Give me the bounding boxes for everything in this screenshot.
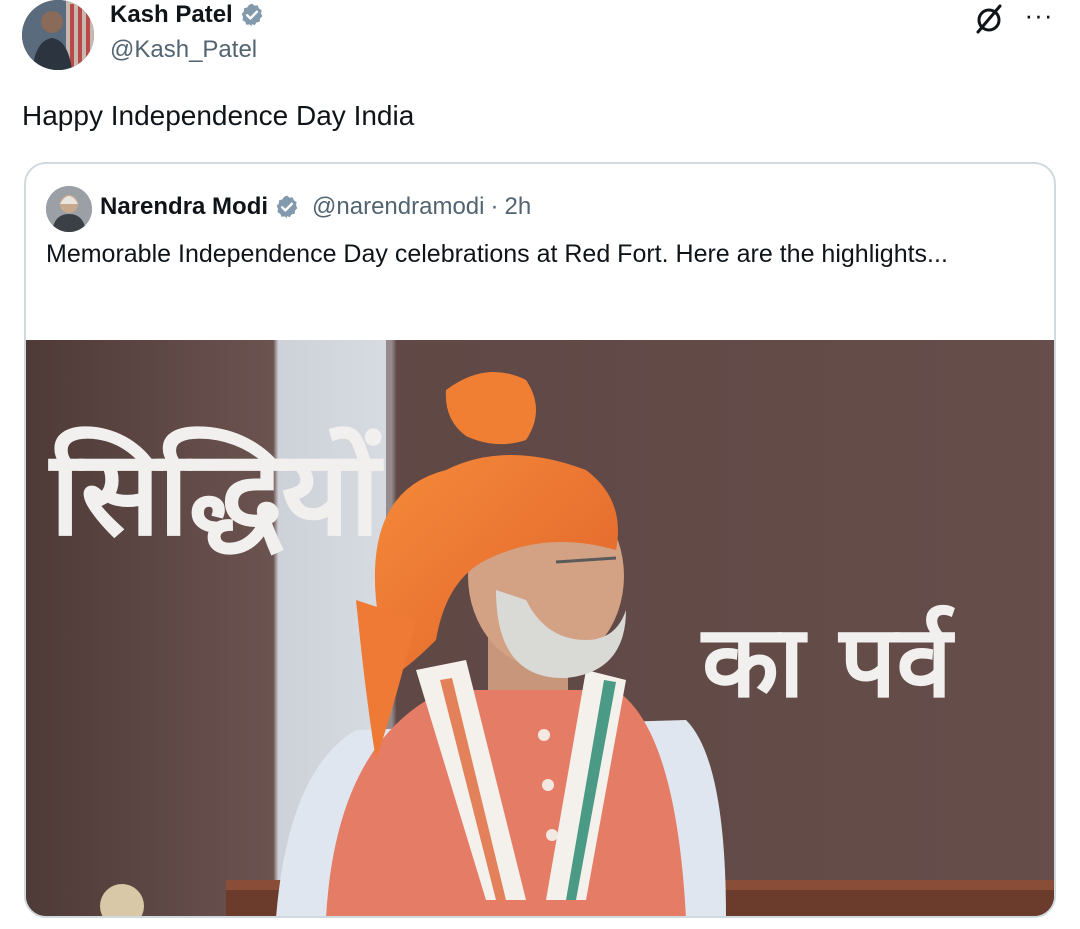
tweet[interactable]: Kash Patel @Kash_Patel ··· Happy Indepen… [0, 0, 1080, 929]
media-overlay-text-line-1: सिद्धियों [50, 424, 380, 562]
quoted-author-avatar[interactable] [46, 186, 92, 232]
quoted-author-handle[interactable]: @narendramodi [312, 193, 484, 221]
author-display-name[interactable]: Kash Patel [110, 1, 233, 29]
verified-badge-icon[interactable] [239, 2, 265, 28]
quoted-tweet-text: Memorable Independence Day celebrations … [46, 240, 948, 268]
quoted-avatar-photo [46, 186, 92, 232]
tweet-text: Happy Independence Day India [22, 100, 415, 131]
quoted-separator: · [490, 193, 499, 220]
quoted-author-name[interactable]: Narendra Modi [100, 193, 268, 221]
quoted-header: Narendra Modi @narendramodi · 2h [100, 190, 531, 224]
grok-icon[interactable] [972, 2, 1006, 36]
avatar-photo [22, 0, 94, 70]
author-name-row[interactable]: Kash Patel [110, 0, 265, 30]
quoted-media-video[interactable]: सिद्धियों का पर्व [26, 340, 1054, 916]
quoted-timestamp[interactable]: 2h [504, 193, 531, 221]
quoted-verified-badge-icon[interactable] [274, 194, 300, 220]
author-handle[interactable]: @Kash_Patel [110, 36, 257, 64]
quoted-tweet-card[interactable]: Narendra Modi @narendramodi · 2h Memorab… [24, 162, 1056, 918]
media-overlay-text-line-2: का पर्व [702, 603, 952, 720]
author-avatar[interactable] [22, 0, 94, 70]
more-horizontal-icon[interactable]: ··· [1022, 0, 1056, 30]
